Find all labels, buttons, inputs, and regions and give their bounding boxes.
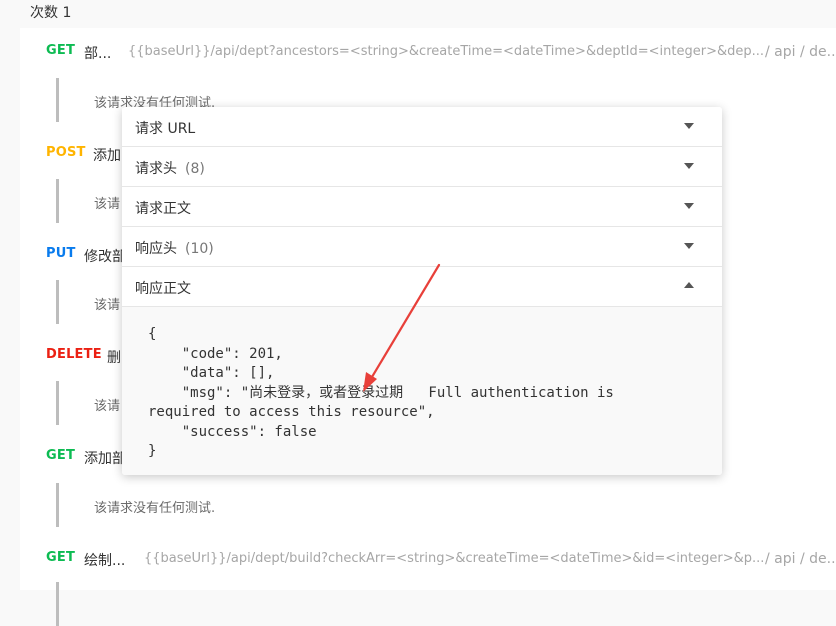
request-name[interactable]: 添加部 (84, 448, 126, 468)
run-header: 次数 1 (0, 0, 836, 28)
tests-text: 该请求没有任何测试. (94, 501, 216, 516)
request-name[interactable]: 绘制... (84, 550, 125, 570)
tests-divider (56, 280, 59, 324)
section-title: 请求正文 (135, 201, 191, 217)
tests-text: 该请 (94, 399, 121, 414)
request-name[interactable]: 删 (107, 347, 121, 367)
tests-divider (56, 582, 59, 626)
tests-text: 该请 (94, 197, 121, 212)
request-name[interactable]: 部... (84, 43, 111, 63)
tests-divider (56, 381, 59, 425)
request-url: {{baseUrl}}/api/dept/build?checkArr=<str… (144, 551, 765, 566)
response-body-json: { "code": 201, "data": [], "msg": "尚未登录，… (148, 326, 614, 459)
method-badge: PUT (46, 246, 76, 261)
request-path: / api / de... (765, 551, 836, 567)
request-details-popover: 请求 URL 请求头 (8) 请求正文 响应头 (10) 响应正文 { "code"… (122, 107, 722, 475)
request-row-get-build[interactable]: GET 绘制... {{baseUrl}}/api/dept/build?che… (20, 535, 836, 581)
section-title: 响应正文 (135, 281, 191, 297)
tests-block: 该请求没有任何测试. (56, 483, 836, 527)
request-name[interactable]: 修改部 (84, 246, 126, 266)
request-url: {{baseUrl}}/api/dept?ancestors=<string>&… (128, 44, 765, 59)
method-badge: GET (46, 448, 76, 463)
section-title: 请求头 (8) (135, 161, 205, 177)
section-count: (10) (185, 241, 214, 257)
tests-block (56, 582, 836, 626)
section-response-headers[interactable]: 响应头 (10) (122, 227, 722, 267)
chevron-down-icon[interactable] (684, 243, 694, 249)
response-body-panel: { "code": 201, "data": [], "msg": "尚未登录，… (122, 307, 722, 475)
section-title: 请求 URL (135, 121, 196, 137)
section-request-body[interactable]: 请求正文 (122, 187, 722, 227)
section-request-headers[interactable]: 请求头 (8) (122, 147, 722, 187)
request-name[interactable]: 添加 (93, 145, 121, 165)
section-count: (8) (185, 161, 205, 177)
section-response-body[interactable]: 响应正文 (122, 267, 722, 307)
tests-divider (56, 483, 59, 527)
method-badge: GET (46, 550, 76, 565)
method-badge: POST (46, 145, 86, 160)
tests-divider (56, 179, 59, 223)
tests-text: 该请 (94, 298, 121, 313)
method-badge: GET (46, 43, 76, 58)
chevron-down-icon[interactable] (684, 123, 694, 129)
request-row-get-dept[interactable]: GET 部... {{baseUrl}}/api/dept?ancestors=… (20, 28, 836, 74)
method-badge: DELETE (46, 347, 102, 362)
chevron-down-icon[interactable] (684, 203, 694, 209)
tests-divider (56, 78, 59, 122)
section-title: 响应头 (10) (135, 241, 214, 257)
run-title: 次数 1 (30, 5, 72, 21)
request-path: / api / de... (765, 44, 836, 60)
chevron-down-icon[interactable] (684, 163, 694, 169)
section-request-url[interactable]: 请求 URL (122, 107, 722, 147)
chevron-up-icon[interactable] (684, 282, 694, 288)
